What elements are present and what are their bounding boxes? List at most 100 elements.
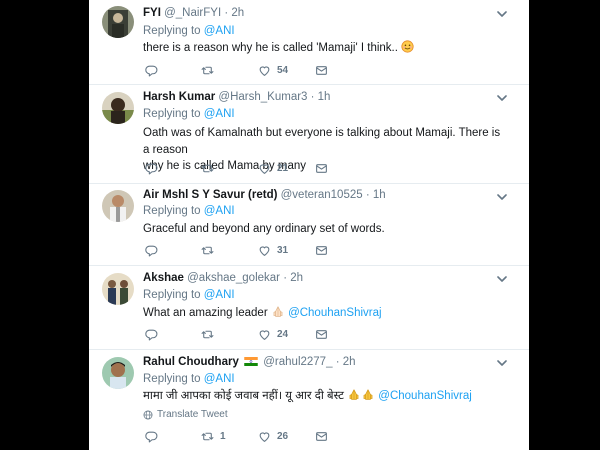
user-handle[interactable]: @rahul2277_ bbox=[263, 356, 332, 368]
globe-icon bbox=[143, 410, 153, 419]
caret-down-icon[interactable] bbox=[497, 274, 507, 284]
mention-link[interactable]: @ChouhanShivraj bbox=[378, 390, 472, 402]
share-button[interactable] bbox=[315, 162, 328, 175]
like-icon bbox=[258, 64, 271, 77]
like-button[interactable]: 24 bbox=[258, 328, 288, 341]
tweet[interactable]: Air Mshl S Y Savur (retd) @veteran10525 … bbox=[89, 184, 529, 266]
tweet[interactable]: Rahul Choudhary @rahul2277_ · 2h Replyin… bbox=[89, 350, 529, 450]
share-icon bbox=[315, 244, 328, 257]
like-button[interactable]: 31 bbox=[258, 244, 288, 257]
tweet[interactable]: Harsh Kumar @Harsh_Kumar3 · 1h Replying … bbox=[89, 85, 529, 184]
folded-hands-emoji bbox=[273, 306, 283, 317]
folded-hands-emoji bbox=[363, 389, 373, 400]
replying-to: Replying to @ANI bbox=[143, 205, 235, 217]
avatar[interactable] bbox=[102, 357, 134, 389]
display-name[interactable]: FYI bbox=[143, 7, 161, 19]
reply-icon bbox=[145, 244, 158, 257]
retweet-count: 1 bbox=[220, 431, 226, 442]
tweet-actions: 31 bbox=[145, 244, 345, 258]
caret-down-icon[interactable] bbox=[497, 358, 507, 368]
display-name[interactable]: Akshae bbox=[143, 272, 184, 284]
display-name[interactable]: Air Mshl S Y Savur (retd) bbox=[143, 189, 277, 201]
user-handle[interactable]: @_NairFYI bbox=[164, 7, 221, 19]
like-count: 26 bbox=[277, 431, 289, 442]
tweet-text-content: What an amazing leader bbox=[143, 307, 268, 319]
avatar[interactable] bbox=[102, 6, 134, 38]
replying-to-handle[interactable]: @ANI bbox=[204, 205, 235, 217]
share-icon bbox=[315, 64, 328, 77]
reply-button[interactable] bbox=[145, 430, 164, 443]
reply-icon bbox=[145, 64, 158, 77]
like-icon bbox=[258, 162, 271, 175]
user-handle[interactable]: @akshae_golekar bbox=[187, 272, 280, 284]
display-name[interactable]: Harsh Kumar bbox=[143, 91, 215, 103]
avatar[interactable] bbox=[102, 92, 134, 124]
tweet[interactable]: Akshae @akshae_golekar · 2h Replying to … bbox=[89, 266, 529, 350]
retweet-button[interactable] bbox=[201, 162, 220, 175]
replying-to: Replying to @ANI bbox=[143, 373, 235, 385]
india-flag-icon bbox=[244, 357, 258, 366]
reply-icon bbox=[145, 328, 158, 341]
replying-to-label: Replying to bbox=[143, 373, 201, 385]
reply-button[interactable] bbox=[145, 64, 164, 77]
reply-icon bbox=[145, 162, 158, 175]
retweet-icon bbox=[201, 328, 214, 341]
folded-hands-emoji bbox=[349, 389, 359, 400]
user-handle[interactable]: @Harsh_Kumar3 bbox=[218, 91, 307, 103]
caret-down-icon[interactable] bbox=[497, 9, 507, 19]
tweet-text: What an amazing leader @ChouhanShivraj bbox=[143, 305, 503, 322]
display-name[interactable]: Rahul Choudhary bbox=[143, 356, 239, 368]
share-button[interactable] bbox=[315, 328, 328, 341]
replying-to: Replying to @ANI bbox=[143, 108, 235, 120]
replying-to-label: Replying to bbox=[143, 205, 201, 217]
user-handle[interactable]: @veteran10525 bbox=[281, 189, 363, 201]
retweet-button[interactable]: 1 bbox=[201, 430, 226, 443]
replying-to-handle[interactable]: @ANI bbox=[204, 108, 235, 120]
timestamp[interactable]: · 1h bbox=[311, 91, 331, 103]
mention-link[interactable]: @ChouhanShivraj bbox=[288, 307, 382, 319]
like-button[interactable]: 54 bbox=[258, 64, 288, 77]
like-button[interactable]: 21 bbox=[258, 162, 288, 175]
share-button[interactable] bbox=[315, 430, 328, 443]
reply-button[interactable] bbox=[145, 244, 164, 257]
tweet[interactable]: FYI @_NairFYI · 2h Replying to @ANI ther… bbox=[89, 0, 529, 85]
share-icon bbox=[315, 328, 328, 341]
reply-icon bbox=[145, 430, 158, 443]
replying-to-handle[interactable]: @ANI bbox=[204, 373, 235, 385]
tweet-header: Harsh Kumar @Harsh_Kumar3 · 1h bbox=[143, 91, 499, 103]
tweet-header: FYI @_NairFYI · 2h bbox=[143, 7, 499, 19]
reply-button[interactable] bbox=[145, 162, 164, 175]
translate-tweet-link[interactable]: Translate Tweet bbox=[143, 409, 228, 420]
timestamp[interactable]: · 2h bbox=[224, 7, 244, 19]
replying-to-label: Replying to bbox=[143, 289, 201, 301]
tweet-header: Rahul Choudhary @rahul2277_ · 2h bbox=[143, 356, 499, 368]
tweet-text: there is a reason why he is called 'Mama… bbox=[143, 40, 503, 57]
tweet-text-content: Graceful and beyond any ordinary set of … bbox=[143, 223, 385, 235]
retweet-button[interactable] bbox=[201, 64, 220, 77]
retweet-button[interactable] bbox=[201, 328, 220, 341]
share-icon bbox=[315, 430, 328, 443]
avatar[interactable] bbox=[102, 190, 134, 222]
replying-to-handle[interactable]: @ANI bbox=[204, 25, 235, 37]
tweet-actions: 24 bbox=[145, 328, 345, 342]
retweet-icon bbox=[201, 244, 214, 257]
like-icon bbox=[258, 328, 271, 341]
timestamp[interactable]: · 2h bbox=[336, 356, 356, 368]
timestamp[interactable]: · 1h bbox=[366, 189, 386, 201]
tweet-actions: 54 bbox=[145, 64, 345, 78]
share-button[interactable] bbox=[315, 244, 328, 257]
reply-timeline: FYI @_NairFYI · 2h Replying to @ANI ther… bbox=[89, 0, 529, 450]
timestamp[interactable]: · 2h bbox=[283, 272, 303, 284]
retweet-button[interactable] bbox=[201, 244, 220, 257]
caret-down-icon[interactable] bbox=[497, 93, 507, 103]
like-count: 24 bbox=[277, 329, 289, 340]
replying-to-handle[interactable]: @ANI bbox=[204, 289, 235, 301]
tweet-text-content: there is a reason why he is called 'Mama… bbox=[143, 42, 398, 54]
tweet-header: Air Mshl S Y Savur (retd) @veteran10525 … bbox=[143, 189, 499, 201]
share-button[interactable] bbox=[315, 64, 328, 77]
smiling-emoji bbox=[401, 40, 414, 53]
avatar[interactable] bbox=[102, 273, 134, 305]
reply-button[interactable] bbox=[145, 328, 164, 341]
like-button[interactable]: 26 bbox=[258, 430, 288, 443]
caret-down-icon[interactable] bbox=[497, 192, 507, 202]
